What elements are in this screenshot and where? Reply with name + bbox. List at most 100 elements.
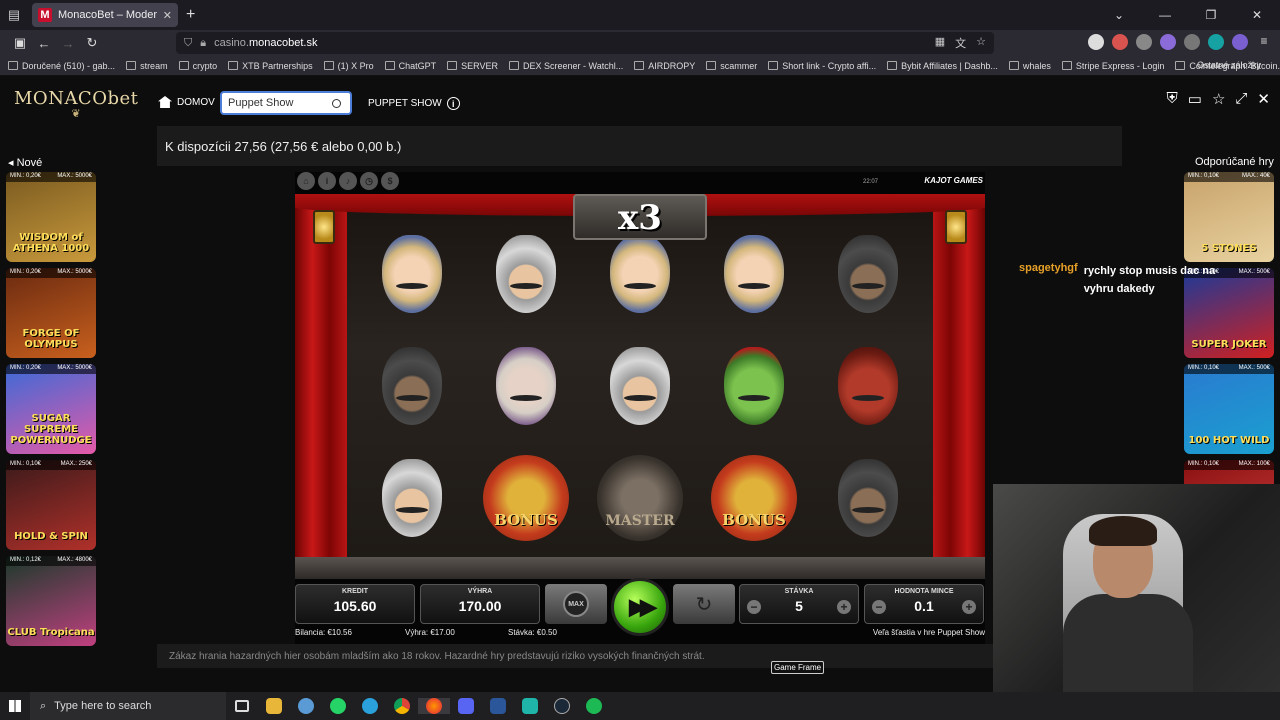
- minimize-icon[interactable]: —: [1142, 8, 1188, 22]
- bookmark-item[interactable]: ChatGPT: [384, 61, 436, 71]
- reload-icon[interactable]: ↻: [80, 35, 104, 51]
- whatsapp-icon[interactable]: [322, 698, 354, 714]
- bookmark-item[interactable]: SERVER: [447, 61, 498, 71]
- start-button[interactable]: [0, 700, 30, 712]
- app-icon[interactable]: [290, 698, 322, 714]
- search-input[interactable]: [228, 97, 332, 109]
- frog-puppet-symbol: [724, 347, 784, 425]
- history-icon[interactable]: ◷: [360, 172, 378, 190]
- taskbar-search-placeholder: Type here to search: [54, 700, 152, 712]
- steam-icon[interactable]: [546, 698, 578, 714]
- bookmark-item[interactable]: Bybit Affiliates | Dashb...: [887, 61, 998, 71]
- taskbar-search[interactable]: ⌕ Type here to search: [30, 692, 226, 720]
- other-bookmarks[interactable]: Ostatné záložky: [1197, 60, 1261, 70]
- sidebar-toggle-icon[interactable]: ▣: [8, 35, 32, 51]
- close-tab-icon[interactable]: ✕: [163, 9, 172, 22]
- lamp-right: [945, 210, 967, 244]
- translate-icon[interactable]: 文: [955, 35, 966, 51]
- extension-icon[interactable]: [1136, 34, 1152, 50]
- discord-icon[interactable]: [450, 698, 482, 714]
- game-thumbnail[interactable]: MIN.: 0,10€ MAX.: 40€ 5 STONES: [1184, 172, 1274, 262]
- bookmark-item[interactable]: whales: [1008, 60, 1051, 71]
- game-thumbnail[interactable]: MIN.: 0,20€ MAX.: 5000€ WISDOM of ATHENA 1…: [6, 172, 96, 262]
- site-logo[interactable]: MONACObet ❦: [14, 88, 138, 120]
- file-explorer-icon[interactable]: [258, 698, 290, 714]
- word-icon[interactable]: [482, 698, 514, 714]
- home-icon[interactable]: ⌂: [297, 172, 315, 190]
- bookmark-label: whales: [1022, 60, 1051, 71]
- reader-icon[interactable]: ▦: [935, 35, 945, 51]
- bookmark-item[interactable]: stream: [126, 61, 168, 71]
- tab-dropdown-icon[interactable]: ⌄: [1096, 8, 1142, 22]
- extension-icon[interactable]: [1160, 34, 1176, 50]
- game-thumbnail[interactable]: MIN.: 0,20€ MAX.: 5000€ SUGAR SUPREME POWE…: [6, 364, 96, 454]
- fullscreen-icon[interactable]: ⤢: [1235, 90, 1247, 108]
- taskview-icon[interactable]: [226, 700, 258, 712]
- new-tab-icon[interactable]: +: [186, 6, 195, 24]
- person-body: [1063, 594, 1193, 692]
- browser-tab[interactable]: M MonacoBet – Moderné Onl ✕: [32, 3, 178, 27]
- bookmark-item[interactable]: scammer: [706, 61, 757, 71]
- url-bar[interactable]: ⛉ 🔒︎ casino. monacobet.sk ▦ 文 ☆: [176, 32, 994, 54]
- new-games-title[interactable]: ◂ Nové: [8, 156, 42, 169]
- bookmark-item[interactable]: AIRDROPY: [634, 61, 695, 71]
- menu-icon[interactable]: ≡: [1256, 34, 1272, 50]
- multiplier-display: x3: [573, 194, 707, 240]
- current-game-link[interactable]: PUPPET SHOW i: [368, 97, 460, 110]
- app-icon[interactable]: [514, 698, 546, 714]
- info-icon[interactable]: i: [446, 97, 460, 110]
- url-prefix: casino.: [214, 37, 249, 49]
- shield-icon[interactable]: ⛨: [1167, 90, 1178, 108]
- shield-icon[interactable]: ⛉: [184, 37, 192, 50]
- bet-plus-icon[interactable]: +: [837, 600, 851, 614]
- credit-box: KREDIT 105.60: [295, 584, 415, 624]
- back-icon[interactable]: ←: [32, 36, 56, 51]
- close-window-icon[interactable]: ✕: [1234, 8, 1280, 22]
- coin-plus-icon[interactable]: +: [962, 600, 976, 614]
- home-link[interactable]: DOMOV: [158, 96, 215, 108]
- bookmark-item[interactable]: DEX Screener - Watchl...: [509, 61, 623, 71]
- tab-list-icon[interactable]: ▤: [0, 0, 28, 30]
- restore-icon[interactable]: ❐: [1188, 8, 1234, 22]
- reel-symbol: [811, 330, 925, 442]
- forward-icon[interactable]: →: [56, 36, 80, 51]
- game-thumbnail[interactable]: MIN.: 0,10€ MAX.: 250€ HOLD & SPIN: [6, 460, 96, 550]
- bookmark-item[interactable]: XTB Partnerships: [228, 61, 313, 71]
- sound-icon[interactable]: ♪: [339, 172, 357, 190]
- search-icon[interactable]: [332, 98, 341, 108]
- bookmark-item[interactable]: crypto: [178, 61, 217, 71]
- chrome-icon[interactable]: [386, 698, 418, 714]
- extension-icon[interactable]: [1232, 34, 1248, 50]
- game-thumbnail[interactable]: MIN.: 0,20€ MAX.: 5000€ FORGE OF OLYMPUS: [6, 268, 96, 358]
- extension-icon[interactable]: [1184, 34, 1200, 50]
- game-frame-button[interactable]: Game Frame: [771, 661, 825, 674]
- bookmark-item[interactable]: Doručené (510) - gab...: [8, 61, 115, 71]
- bet-limits: MIN.: 0,20€ MAX.: 5000€: [6, 364, 96, 374]
- folder-icon: [509, 61, 520, 70]
- account-icon[interactable]: [1088, 34, 1104, 50]
- autoplay-button[interactable]: ↻: [673, 584, 735, 624]
- lock-icon[interactable]: 🔒︎: [200, 37, 206, 50]
- firefox-icon[interactable]: [418, 698, 450, 714]
- extension-icon[interactable]: [1112, 34, 1128, 50]
- close-icon[interactable]: ✕: [1257, 90, 1270, 108]
- game-thumbnail[interactable]: MIN.: 0,12€ MAX.: 4800€ CLUB Tropicana: [6, 556, 96, 646]
- game-search[interactable]: [220, 91, 352, 115]
- spotify-icon[interactable]: [578, 698, 610, 714]
- telegram-icon[interactable]: [354, 698, 386, 714]
- granny-puppet-symbol: [496, 347, 556, 425]
- info-icon[interactable]: i: [318, 172, 336, 190]
- bookmark-item[interactable]: (1) X Pro: [323, 61, 374, 71]
- extension-icon[interactable]: [1208, 34, 1224, 50]
- reel-stage[interactable]: BONUS MASTER BONUS x3: [295, 194, 985, 579]
- bookmark-item[interactable]: Stripe Express - Login: [1061, 61, 1164, 71]
- bookmark-star-icon[interactable]: ☆: [976, 35, 986, 51]
- bet-minus-icon[interactable]: −: [747, 600, 761, 614]
- currency-icon[interactable]: $: [381, 172, 399, 190]
- wallet-icon[interactable]: ▭: [1188, 90, 1202, 108]
- game-thumbnail[interactable]: MIN.: 0,10€ MAX.: 500€ 100 HOT WILD: [1184, 364, 1274, 454]
- coin-minus-icon[interactable]: −: [872, 600, 886, 614]
- bookmark-item[interactable]: Short link - Crypto affi...: [768, 61, 876, 71]
- max-bet-button[interactable]: MAX: [545, 584, 607, 624]
- favorite-star-icon[interactable]: ☆: [1212, 90, 1225, 108]
